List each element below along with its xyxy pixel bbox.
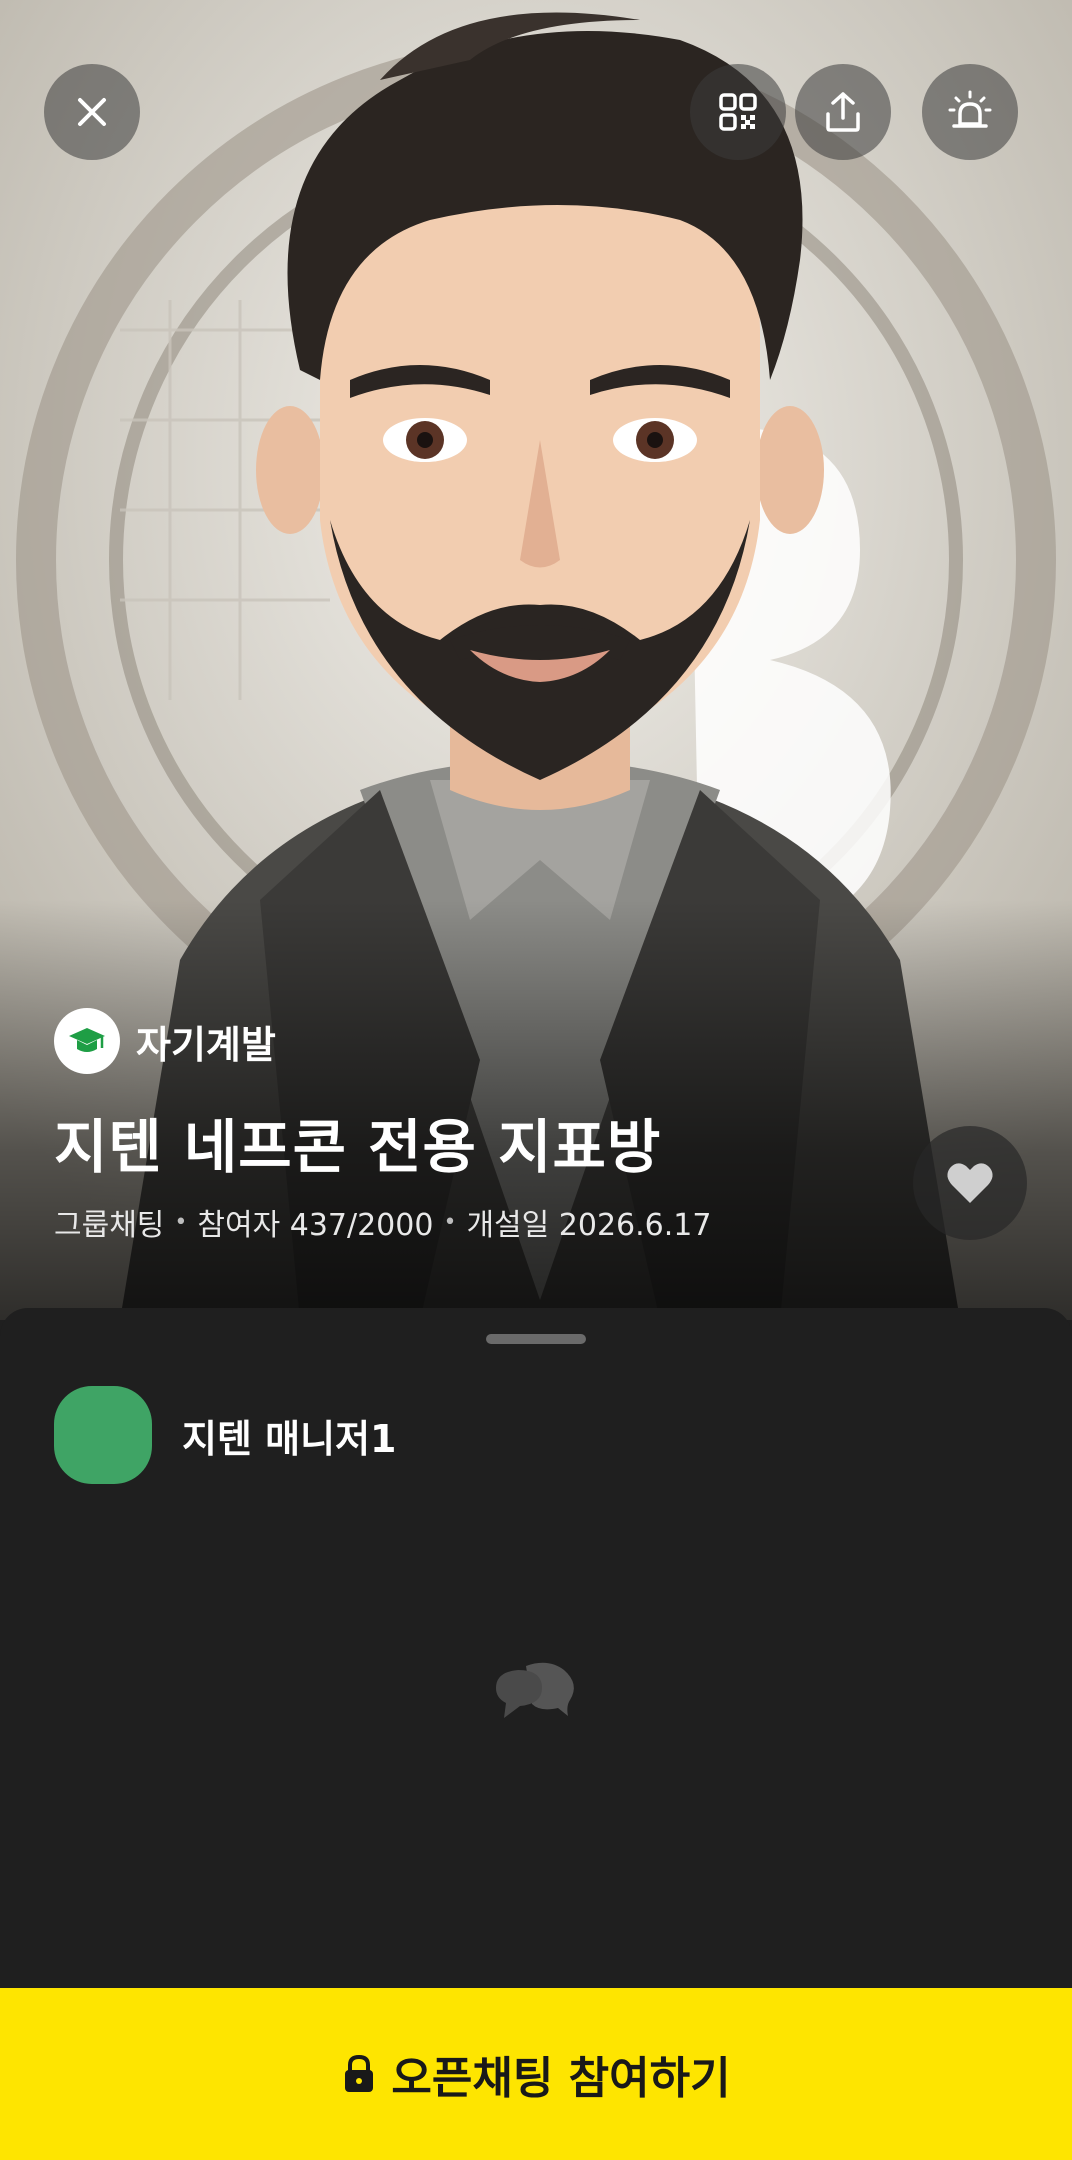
- close-button[interactable]: [44, 64, 140, 160]
- host-avatar: [54, 1386, 152, 1484]
- room-meta: 그룹채팅 • 참여자 437/2000 • 개설일 2026.6.17: [54, 1200, 711, 1244]
- chat-bubbles-icon: [496, 1662, 574, 1718]
- close-icon: [78, 98, 106, 126]
- join-openchat-button[interactable]: 오픈채팅 참여하기: [0, 1988, 1072, 2160]
- room-title: 지텐 네프콘 전용 지표방: [54, 1113, 662, 1181]
- category-label: 자기계발: [136, 1022, 276, 1067]
- join-label: 오픈채팅 참여하기: [391, 2053, 731, 2104]
- room-type: 그룹채팅: [54, 1208, 165, 1243]
- sheet-handle[interactable]: [486, 1334, 586, 1344]
- host-name: 지텐 매니저1: [182, 1416, 397, 1461]
- participant-count: 참여자 437/2000: [197, 1208, 434, 1243]
- bottom-sheet: 지텐 매니저1: [0, 1308, 1072, 1988]
- heart-icon: [947, 1163, 993, 1203]
- separator-dot: •: [174, 1209, 188, 1235]
- share-icon: [826, 92, 860, 132]
- lock-icon: [345, 2054, 374, 2092]
- qr-code-button[interactable]: [690, 64, 786, 160]
- separator-dot: •: [443, 1209, 457, 1235]
- host-row[interactable]: 지텐 매니저1: [54, 1386, 396, 1484]
- open-date: 개설일 2026.6.17: [466, 1208, 712, 1243]
- siren-icon: [948, 90, 992, 128]
- qr-code-icon: [719, 93, 757, 131]
- like-button[interactable]: [913, 1126, 1027, 1240]
- share-button[interactable]: [795, 64, 891, 160]
- graduation-cap-icon: [54, 1008, 120, 1074]
- category-tag: 자기계발: [54, 1006, 276, 1076]
- report-button[interactable]: [922, 64, 1018, 160]
